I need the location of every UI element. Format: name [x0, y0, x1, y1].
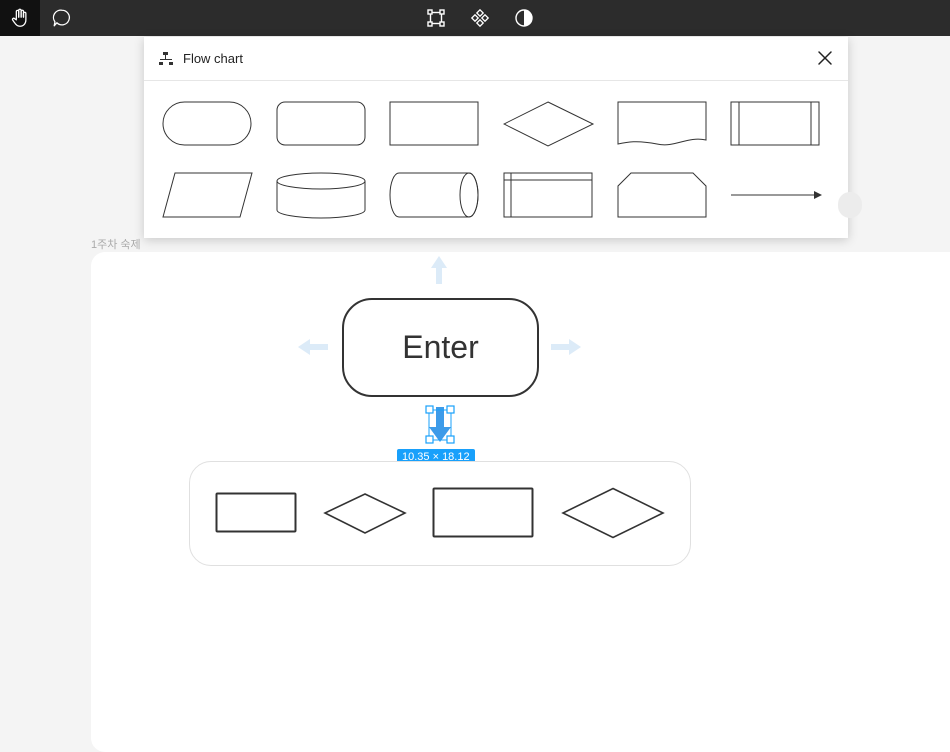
predefined-process-shape-icon[interactable]: [730, 100, 822, 148]
decision-shape-icon[interactable]: [503, 100, 595, 148]
database-shape-icon[interactable]: [276, 172, 368, 220]
document-shape-icon[interactable]: [617, 100, 709, 148]
flowchart-icon: [159, 52, 173, 65]
top-toolbar: [0, 0, 950, 36]
add-right-arrow-icon[interactable]: [550, 338, 582, 356]
panel-title: Flow chart: [183, 51, 243, 66]
terminator-shape-icon[interactable]: [162, 100, 254, 148]
frame-select-icon: [427, 9, 445, 27]
flowchart-panel: Flow chart: [144, 37, 848, 238]
component-icon: [470, 8, 490, 28]
close-icon[interactable]: [816, 49, 834, 67]
large-rectangle-option[interactable]: [432, 487, 536, 539]
large-diamond-option[interactable]: [561, 487, 665, 539]
manual-operation-shape-icon[interactable]: [617, 172, 709, 220]
internal-storage-shape-icon[interactable]: [503, 172, 595, 220]
contrast-button[interactable]: [512, 0, 536, 36]
selected-down-arrow-icon[interactable]: [424, 402, 456, 446]
node-text: Enter: [402, 329, 479, 365]
comment-icon: [52, 9, 70, 27]
contrast-icon: [515, 9, 533, 27]
connector-arrow-icon[interactable]: [730, 172, 822, 220]
shape-picker: [189, 461, 691, 566]
hand-tool-button[interactable]: [0, 0, 40, 36]
add-up-arrow-icon[interactable]: [429, 254, 449, 284]
rounded-rect-shape-icon[interactable]: [276, 100, 368, 148]
panel-scroll-handle[interactable]: [838, 192, 862, 218]
enter-terminator-node[interactable]: Enter: [342, 298, 539, 397]
panel-header: Flow chart: [144, 37, 848, 81]
small-rectangle-option[interactable]: [215, 492, 299, 534]
direct-access-storage-shape-icon[interactable]: [389, 172, 481, 220]
add-left-arrow-icon[interactable]: [297, 338, 329, 356]
comment-tool-button[interactable]: [42, 0, 82, 36]
process-shape-icon[interactable]: [389, 100, 481, 148]
hand-icon: [11, 8, 27, 27]
frame-label[interactable]: 1주차 숙제: [91, 236, 141, 252]
frame-select-button[interactable]: [424, 0, 448, 36]
component-button[interactable]: [468, 0, 492, 36]
data-shape-icon[interactable]: [162, 172, 254, 220]
small-diamond-option[interactable]: [323, 492, 407, 536]
